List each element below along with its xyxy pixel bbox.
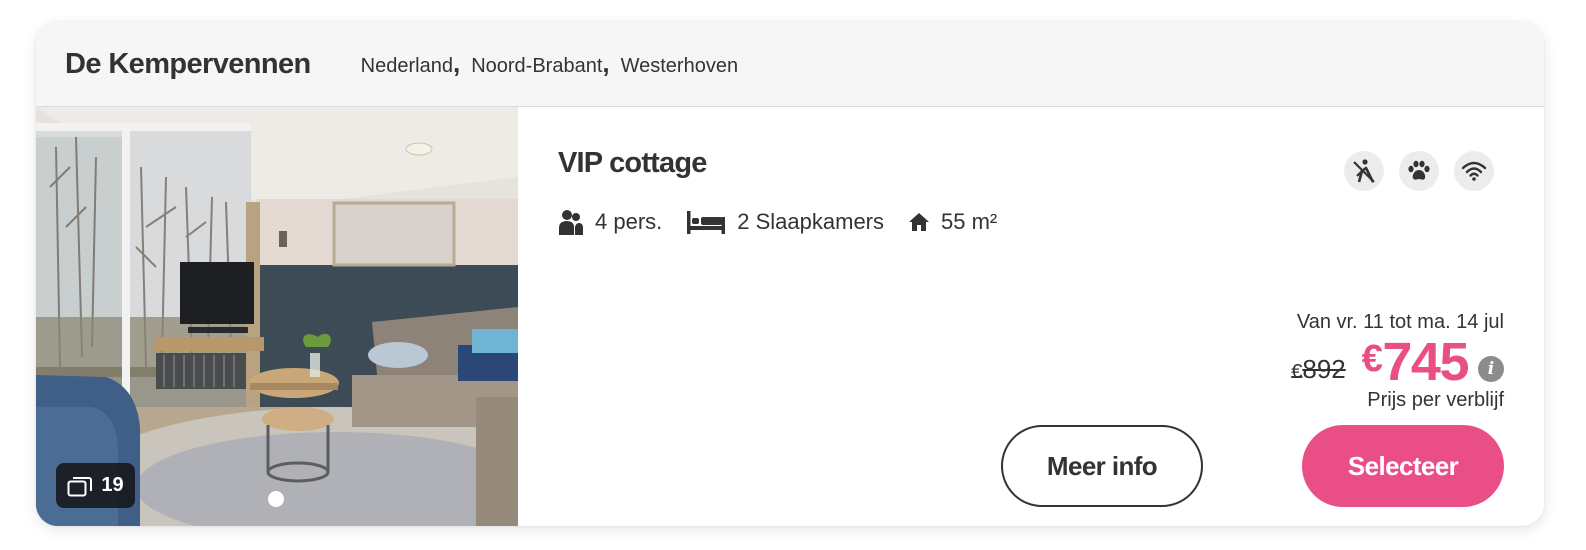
- select-button[interactable]: Selecteer: [1302, 425, 1504, 507]
- house-icon: [909, 213, 930, 231]
- photo-count-badge[interactable]: 19: [56, 463, 135, 508]
- old-price: €892: [1291, 353, 1346, 384]
- price-info-icon[interactable]: i: [1478, 356, 1504, 382]
- park-name[interactable]: De Kempervennen: [65, 48, 311, 81]
- bed-icon: [687, 211, 726, 234]
- accommodation-card: De Kempervennen Nederland , Noord-Braban…: [36, 22, 1544, 526]
- feature-persons-label: 4 pers.: [595, 209, 663, 234]
- feature-list: 4 pers. 2 Slaapkamers 55 m²: [558, 208, 1021, 236]
- feature-area: 55 m²: [908, 209, 997, 235]
- location-breadcrumb: Nederland , Noord-Brabant , Westerhoven: [361, 47, 738, 82]
- location-town: Westerhoven: [620, 54, 739, 77]
- card-header: De Kempervennen Nederland , Noord-Braban…: [36, 22, 1544, 107]
- accommodation-info: VIP cottage 4 pers. 2 Slaapkamers 55 m² …: [518, 107, 1544, 526]
- more-info-button[interactable]: Meer info: [1001, 425, 1203, 507]
- location-separator: ,: [452, 47, 461, 78]
- persons-icon: [559, 210, 583, 235]
- location-separator: ,: [602, 47, 610, 78]
- accommodation-title[interactable]: VIP cottage: [558, 147, 707, 180]
- new-price: €745: [1361, 332, 1470, 392]
- amenity-icons: [1344, 151, 1494, 191]
- feature-bedrooms-label: 2 Slaapkamers: [737, 209, 885, 234]
- feature-area-label: 55 m²: [941, 209, 998, 234]
- gallery-stack-icon: [67, 476, 93, 496]
- location-province: Noord-Brabant: [471, 54, 603, 77]
- stay-period: Van vr. 11 tot ma. 14 jul: [1296, 311, 1504, 333]
- photo-count: 19: [101, 474, 124, 496]
- pets-allowed-icon[interactable]: [1399, 151, 1439, 191]
- price-row: €892 €745 i: [1291, 335, 1504, 389]
- slide-indicator-dot[interactable]: [268, 491, 284, 507]
- feature-persons: 4 pers.: [558, 208, 662, 236]
- wifi-icon[interactable]: [1454, 151, 1494, 191]
- price-note: Prijs per verblijf: [1367, 389, 1504, 411]
- feature-bedrooms: 2 Slaapkamers: [686, 209, 884, 235]
- location-country: Nederland: [360, 54, 453, 77]
- accommodation-photo[interactable]: 19: [36, 107, 518, 526]
- no-smoking-icon[interactable]: [1344, 151, 1384, 191]
